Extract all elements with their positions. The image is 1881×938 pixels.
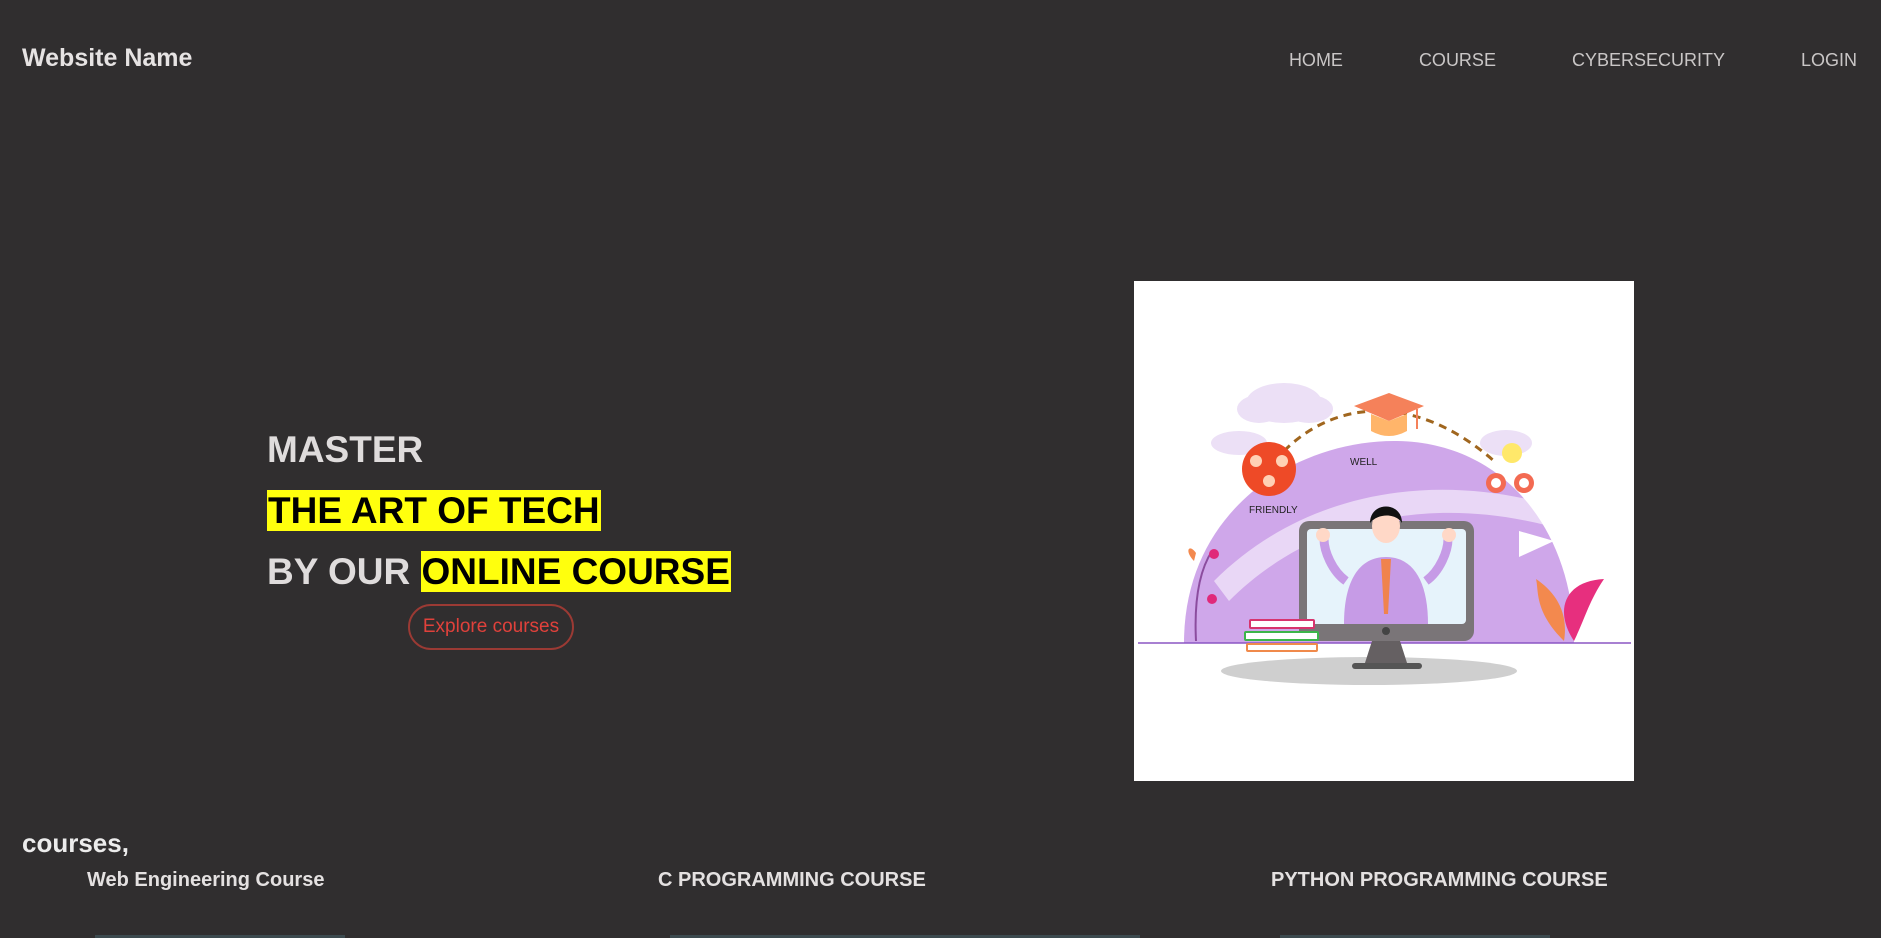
nav-cybersecurity[interactable]: CYBERSECURITY (1572, 50, 1725, 71)
site-brand[interactable]: Website Name (22, 44, 192, 73)
hero-line-master: MASTER (267, 429, 424, 470)
course-web-engineering[interactable]: Web Engineering Course (87, 869, 324, 892)
nav-home[interactable]: HOME (1289, 50, 1343, 71)
hero-illustration: WELL FRIENDLY (1134, 281, 1634, 781)
books-icon (1244, 619, 1319, 652)
label-friendly: FRIENDLY (1249, 505, 1298, 516)
label-well: WELL (1350, 457, 1378, 468)
course-c-programming[interactable]: C PROGRAMMING COURSE (658, 869, 926, 892)
hero-line-online: BY OUR ONLINE COURSE (267, 549, 731, 610)
hero-line-art: THE ART OF TECH (267, 488, 731, 549)
main-nav: HOME COURSE CYBERSECURITY LOGIN (1213, 50, 1857, 71)
hero-line-prefix: BY OUR (267, 551, 411, 592)
nav-login[interactable]: LOGIN (1801, 50, 1857, 71)
course-python-programming[interactable]: PYTHON PROGRAMMING COURSE (1271, 869, 1608, 892)
explore-courses-button[interactable]: Explore courses (408, 604, 574, 650)
team-icon (1242, 442, 1296, 496)
hero-headline: MASTER THE ART OF TECH BY OUR ONLINE COU… (267, 427, 731, 610)
nav-course[interactable]: COURSE (1419, 50, 1496, 71)
courses-heading: courses, (22, 828, 129, 858)
page: Website Name HOME COURSE CYBERSECURITY L… (0, 0, 1881, 938)
hero-highlight-online: ONLINE COURSE (420, 551, 731, 592)
hero-highlight-art: THE ART OF TECH (267, 490, 601, 531)
online-learning-illustration: WELL FRIENDLY (1138, 383, 1631, 685)
